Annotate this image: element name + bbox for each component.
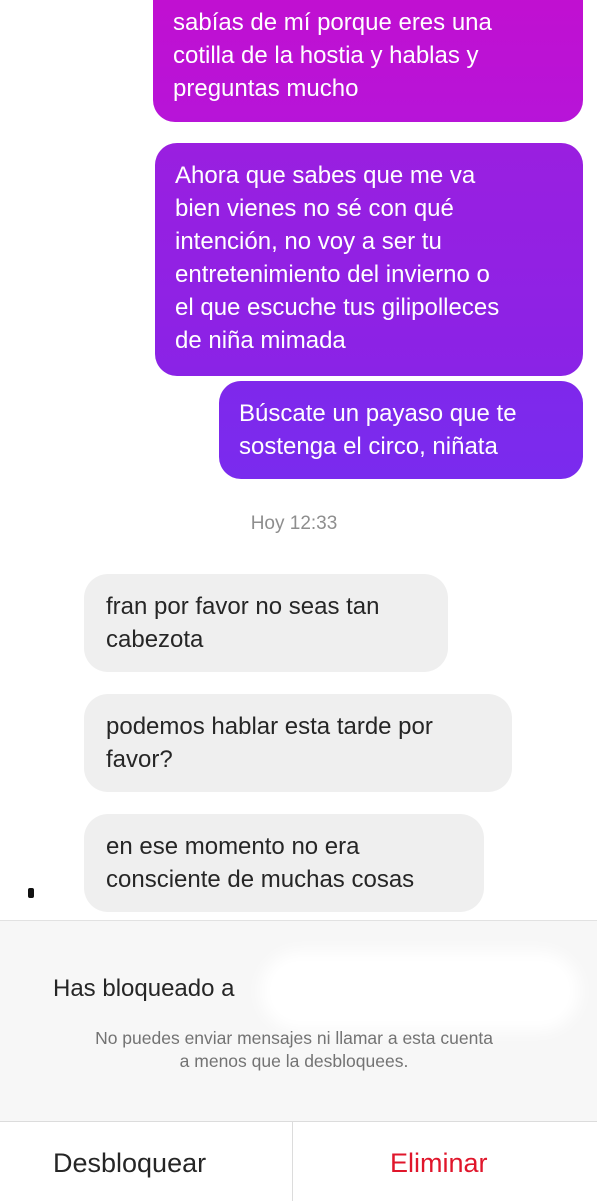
blocked-description: No puedes enviar mensajes ni llamar a es…	[95, 1028, 493, 1071]
blocked-title: Has bloqueado a	[53, 975, 235, 1002]
redaction-artifact	[28, 888, 34, 898]
message-thread: sabías de mí porque eres una cotilla de …	[0, 0, 597, 920]
received-message-bubble[interactable]: podemos hablar esta tarde por favor?	[84, 694, 512, 792]
sent-message-bubble[interactable]: sabías de mí porque eres una cotilla de …	[153, 0, 583, 122]
sent-message-bubble[interactable]: Búscate un payaso que te sostenga el cir…	[219, 381, 583, 479]
blocked-notice: Has bloqueado a No puedes enviar mensaje…	[0, 920, 597, 1121]
unblock-button[interactable]: Desbloquear	[53, 1122, 343, 1200]
action-bar: Desbloquear Eliminar	[0, 1121, 597, 1201]
action-divider	[292, 1122, 293, 1201]
delete-button[interactable]: Eliminar	[390, 1122, 580, 1200]
message-timestamp: Hoy 12:33	[250, 513, 338, 534]
received-message-bubble[interactable]: en ese momento no era consciente de much…	[84, 814, 484, 912]
username-redaction	[270, 961, 570, 1021]
received-message-bubble[interactable]: fran por favor no seas tan cabezota	[84, 574, 448, 672]
sent-message-bubble[interactable]: Ahora que sabes que me va bien vienes no…	[155, 143, 583, 376]
